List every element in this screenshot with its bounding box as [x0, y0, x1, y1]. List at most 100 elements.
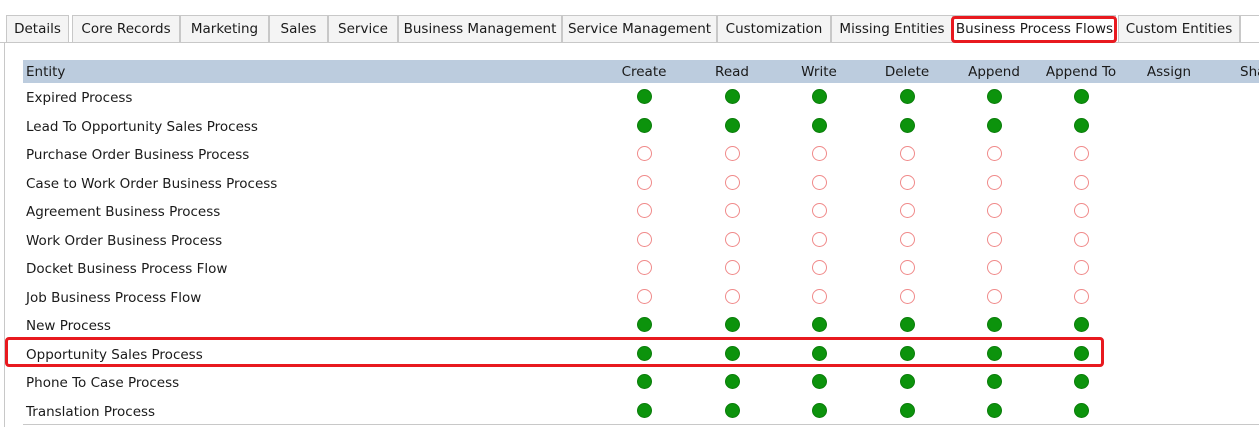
privilege-none-icon[interactable]	[899, 175, 915, 190]
privilege-granted-icon[interactable]	[1073, 118, 1089, 133]
entity-name: Translation Process	[26, 404, 156, 420]
privilege-granted-icon[interactable]	[1073, 403, 1089, 418]
entity-name: Work Order Business Process	[26, 233, 223, 249]
privilege-granted-icon[interactable]	[899, 317, 915, 332]
privilege-granted-icon[interactable]	[986, 346, 1002, 361]
table-row: Expired Process	[23, 84, 1259, 112]
privilege-none-icon[interactable]	[811, 260, 827, 275]
privilege-none-icon[interactable]	[811, 289, 827, 304]
privilege-granted-icon[interactable]	[811, 118, 827, 133]
privilege-granted-icon[interactable]	[636, 346, 652, 361]
privilege-none-icon[interactable]	[724, 146, 740, 161]
privilege-none-icon[interactable]	[811, 175, 827, 190]
tab-service[interactable]: Service	[328, 15, 398, 42]
privilege-none-icon[interactable]	[636, 260, 652, 275]
privilege-none-icon[interactable]	[899, 203, 915, 218]
privilege-granted-icon[interactable]	[986, 118, 1002, 133]
privilege-none-icon[interactable]	[986, 260, 1002, 275]
privilege-granted-icon[interactable]	[1073, 317, 1089, 332]
grid-bottom-border	[23, 424, 1259, 425]
column-header-append[interactable]: Append	[968, 60, 1020, 83]
privilege-none-icon[interactable]	[636, 203, 652, 218]
privilege-granted-icon[interactable]	[811, 403, 827, 418]
tab-details[interactable]: Details	[6, 15, 69, 42]
privilege-granted-icon[interactable]	[1073, 374, 1089, 389]
column-header-assign[interactable]: Assign	[1147, 60, 1191, 83]
column-header-append-to[interactable]: Append To	[1046, 60, 1116, 83]
privilege-granted-icon[interactable]	[811, 317, 827, 332]
privilege-granted-icon[interactable]	[724, 317, 740, 332]
privilege-granted-icon[interactable]	[636, 374, 652, 389]
column-header-create[interactable]: Create	[622, 60, 667, 83]
privilege-none-icon[interactable]	[1073, 232, 1089, 247]
privilege-granted-icon[interactable]	[724, 118, 740, 133]
tab-business-process-flows[interactable]: Business Process Flows	[953, 15, 1116, 42]
privilege-none-icon[interactable]	[1073, 146, 1089, 161]
privilege-granted-icon[interactable]	[1073, 89, 1089, 104]
privilege-granted-icon[interactable]	[986, 317, 1002, 332]
privilege-none-icon[interactable]	[899, 232, 915, 247]
column-header-read[interactable]: Read	[715, 60, 749, 83]
privilege-granted-icon[interactable]	[1073, 346, 1089, 361]
privilege-none-icon[interactable]	[811, 232, 827, 247]
privilege-none-icon[interactable]	[1073, 260, 1089, 275]
privilege-none-icon[interactable]	[724, 232, 740, 247]
privilege-granted-icon[interactable]	[899, 374, 915, 389]
privilege-granted-icon[interactable]	[899, 89, 915, 104]
column-header-share[interactable]: Sha	[1240, 60, 1259, 83]
privilege-none-icon[interactable]	[1073, 203, 1089, 218]
column-header-write[interactable]: Write	[801, 60, 837, 83]
privilege-granted-icon[interactable]	[636, 403, 652, 418]
privilege-granted-icon[interactable]	[724, 346, 740, 361]
tab-business-management[interactable]: Business Management	[398, 15, 562, 42]
table-row: Translation Process	[23, 398, 1259, 426]
privilege-none-icon[interactable]	[636, 146, 652, 161]
privilege-granted-icon[interactable]	[724, 403, 740, 418]
privilege-granted-icon[interactable]	[636, 89, 652, 104]
privilege-granted-icon[interactable]	[986, 374, 1002, 389]
table-row: Docket Business Process Flow	[23, 255, 1259, 283]
tab-missing-entities[interactable]: Missing Entities	[831, 15, 953, 42]
privilege-none-icon[interactable]	[724, 289, 740, 304]
privilege-none-icon[interactable]	[986, 289, 1002, 304]
privilege-granted-icon[interactable]	[636, 317, 652, 332]
privilege-none-icon[interactable]	[986, 232, 1002, 247]
privilege-granted-icon[interactable]	[899, 118, 915, 133]
table-row: Opportunity Sales Process	[23, 341, 1259, 369]
privilege-none-icon[interactable]	[724, 175, 740, 190]
privilege-granted-icon[interactable]	[724, 89, 740, 104]
privilege-none-icon[interactable]	[636, 175, 652, 190]
privilege-granted-icon[interactable]	[724, 374, 740, 389]
privilege-granted-icon[interactable]	[899, 403, 915, 418]
privilege-none-icon[interactable]	[899, 260, 915, 275]
tab-core-records[interactable]: Core Records	[72, 15, 180, 42]
privilege-none-icon[interactable]	[811, 203, 827, 218]
tab-customization[interactable]: Customization	[717, 15, 831, 42]
privilege-granted-icon[interactable]	[899, 346, 915, 361]
privilege-granted-icon[interactable]	[986, 89, 1002, 104]
privilege-none-icon[interactable]	[724, 260, 740, 275]
privilege-none-icon[interactable]	[636, 289, 652, 304]
tab-custom-entities[interactable]: Custom Entities	[1118, 15, 1240, 42]
privilege-none-icon[interactable]	[899, 289, 915, 304]
privilege-none-icon[interactable]	[636, 232, 652, 247]
privilege-granted-icon[interactable]	[811, 89, 827, 104]
privilege-granted-icon[interactable]	[811, 346, 827, 361]
privilege-granted-icon[interactable]	[986, 403, 1002, 418]
privilege-none-icon[interactable]	[986, 175, 1002, 190]
privilege-none-icon[interactable]	[724, 203, 740, 218]
privilege-granted-icon[interactable]	[811, 374, 827, 389]
privilege-none-icon[interactable]	[811, 146, 827, 161]
privilege-none-icon[interactable]	[899, 146, 915, 161]
privilege-none-icon[interactable]	[986, 146, 1002, 161]
entity-name: New Process	[26, 318, 111, 334]
tab-service-management[interactable]: Service Management	[562, 15, 717, 42]
privilege-granted-icon[interactable]	[636, 118, 652, 133]
column-header-entity[interactable]: Entity	[26, 60, 65, 83]
privilege-none-icon[interactable]	[986, 203, 1002, 218]
column-header-delete[interactable]: Delete	[885, 60, 929, 83]
privilege-none-icon[interactable]	[1073, 175, 1089, 190]
tab-marketing[interactable]: Marketing	[180, 15, 269, 42]
tab-sales[interactable]: Sales	[269, 15, 328, 42]
privilege-none-icon[interactable]	[1073, 289, 1089, 304]
